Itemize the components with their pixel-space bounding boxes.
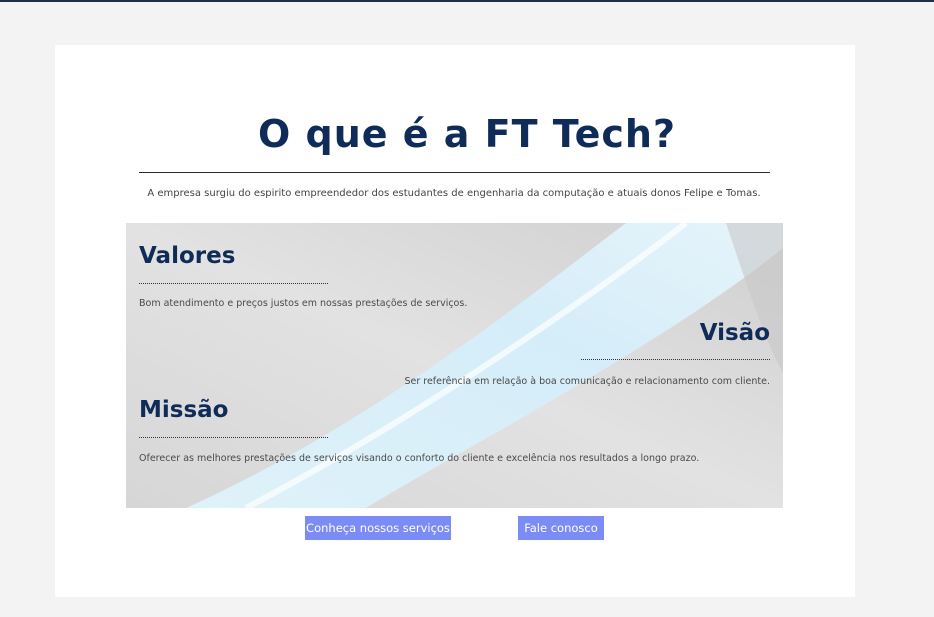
valores-heading: Valores <box>139 243 236 269</box>
visao-heading: Visão <box>699 320 770 346</box>
contact-button[interactable]: Fale conosco <box>518 516 604 540</box>
missao-text: Oferecer as melhores prestações de servi… <box>139 453 700 464</box>
title-divider <box>139 172 770 173</box>
top-border <box>0 0 934 2</box>
services-button[interactable]: Conheça nossos serviços <box>305 516 451 540</box>
visao-text: Ser referência em relação à boa comunica… <box>404 376 770 387</box>
missao-divider <box>139 437 328 438</box>
values-panel: Valores Bom atendimento e preços justos … <box>126 223 783 508</box>
intro-text: A empresa surgiu do espirito empreendedo… <box>147 188 761 199</box>
page-title: O que é a FT Tech? <box>257 112 677 156</box>
missao-heading: Missão <box>139 397 229 423</box>
valores-divider <box>139 283 328 284</box>
visao-divider <box>581 359 770 360</box>
valores-text: Bom atendimento e preços justos em nossa… <box>139 298 468 309</box>
